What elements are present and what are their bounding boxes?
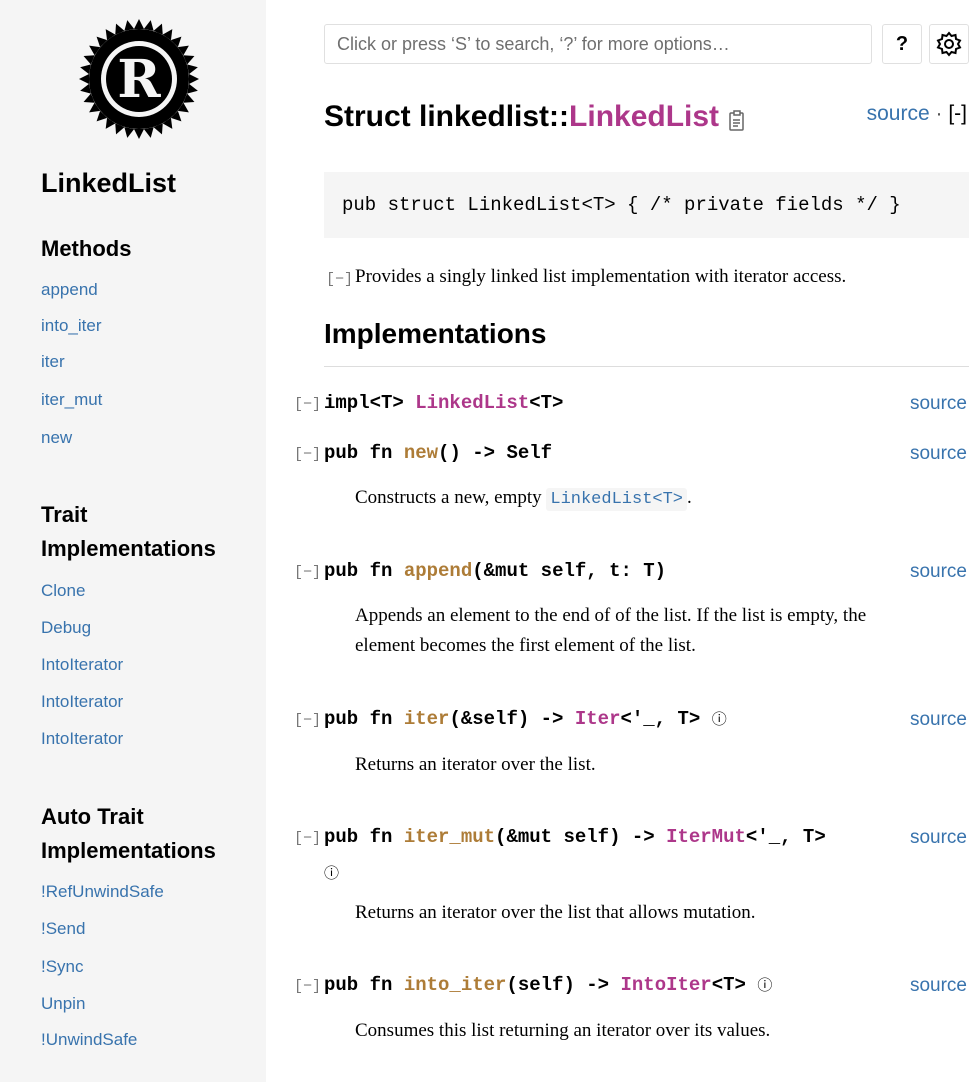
method-iter-mut-doc: Returns an iterator over the list that a… <box>355 902 756 923</box>
auto-heading-line1: Auto Trait <box>41 804 144 829</box>
info-icon[interactable]: ⓘ <box>757 976 772 994</box>
return-type-link[interactable]: IntoIter <box>620 974 711 996</box>
fn-signature: (&mut self) -> <box>495 826 667 848</box>
sidebar-method-iter[interactable]: iter <box>41 352 65 372</box>
struct-declaration: pub struct LinkedList<T> { /* private fi… <box>324 172 969 238</box>
fn-name-new[interactable]: new <box>404 442 438 464</box>
sidebar-trait-intoiterator[interactable]: IntoIterator <box>41 655 123 675</box>
fn-prefix: pub fn <box>324 560 404 582</box>
return-type-suffix: <T> <box>711 974 746 996</box>
info-icon[interactable]: ⓘ <box>324 862 339 883</box>
trait-heading-line2: Implementations <box>41 536 216 561</box>
gear-icon <box>936 31 962 57</box>
fn-prefix: pub fn <box>324 708 404 730</box>
doc-line: element becomes the first element of the… <box>355 635 696 656</box>
sidebar: R LinkedList Methods append into_iter it… <box>0 0 266 1082</box>
title-source-area: source · [-] <box>867 102 967 126</box>
page-title: Struct linkedlist::LinkedList <box>324 100 719 134</box>
return-type-suffix: <'_, T> <box>620 708 701 730</box>
sidebar-trait-intoiterator[interactable]: IntoIterator <box>41 729 123 749</box>
source-separator: · <box>929 102 949 125</box>
title-struct-name[interactable]: LinkedList <box>569 100 719 133</box>
method-toggle[interactable]: [−] <box>294 564 321 581</box>
sidebar-trait-clone[interactable]: Clone <box>41 581 85 601</box>
doc-inline-code: LinkedList<T> <box>546 488 687 511</box>
collapse-all-toggle[interactable]: [-] <box>948 102 967 125</box>
sidebar-method-into-iter[interactable]: into_iter <box>41 316 101 336</box>
impl-suffix: <T> <box>529 392 564 414</box>
sidebar-auto-trait[interactable]: !Send <box>41 919 85 939</box>
method-iter-mut-signature: pub fn iter_mut(&mut self) -> IterMut<'_… <box>324 826 826 848</box>
method-append-doc: Appends an element to the end of of the … <box>355 601 866 661</box>
return-type-suffix: <'_, T> <box>745 826 826 848</box>
method-append-source-link[interactable]: source <box>910 561 967 583</box>
sidebar-auto-trait[interactable]: !Sync <box>41 957 84 977</box>
impl-prefix: impl<T> <box>324 392 416 414</box>
sidebar-auto-trait[interactable]: !UnwindSafe <box>41 1030 137 1050</box>
sidebar-auto-trait[interactable]: !RefUnwindSafe <box>41 882 164 902</box>
copy-path-icon[interactable] <box>728 110 746 132</box>
sidebar-trait-intoiterator[interactable]: IntoIterator <box>41 692 123 712</box>
doc-text: . <box>687 487 692 508</box>
method-new-source-link[interactable]: source <box>910 443 967 465</box>
fn-prefix: pub fn <box>324 974 404 996</box>
help-button[interactable]: ? <box>882 24 922 64</box>
fn-prefix: pub fn <box>324 826 404 848</box>
title-prefix: Struct linkedlist:: <box>324 100 570 133</box>
fn-prefix: pub fn <box>324 442 404 464</box>
sidebar-method-append[interactable]: append <box>41 280 98 300</box>
implementations-divider <box>324 366 969 367</box>
struct-summary: Provides a singly linked list implementa… <box>355 266 847 287</box>
impl-source-link[interactable]: source <box>910 393 967 415</box>
info-icon[interactable]: ⓘ <box>712 710 727 728</box>
return-type-link[interactable]: Iter <box>575 708 621 730</box>
summary-toggle[interactable]: [−] <box>326 271 353 288</box>
sidebar-method-iter-mut[interactable]: iter_mut <box>41 390 102 410</box>
trait-implementations-heading[interactable]: Trait Implementations <box>41 498 216 566</box>
trait-heading-line1: Trait <box>41 502 88 527</box>
auto-trait-implementations-heading[interactable]: Auto Trait Implementations <box>41 800 216 868</box>
svg-text:R: R <box>117 49 161 110</box>
title-source-link[interactable]: source <box>867 102 930 125</box>
method-into-iter-source-link[interactable]: source <box>910 975 967 997</box>
methods-heading[interactable]: Methods <box>41 232 131 266</box>
method-toggle[interactable]: [−] <box>294 446 321 463</box>
doc-line: Appends an element to the end of of the … <box>355 605 867 626</box>
fn-signature: () -> Self <box>438 442 553 464</box>
method-new-signature: pub fn new() -> Self <box>324 442 552 464</box>
fn-name-append[interactable]: append <box>404 560 472 582</box>
sidebar-method-new[interactable]: new <box>41 428 72 448</box>
fn-signature: (&mut self, t: T) <box>472 560 667 582</box>
method-iter-source-link[interactable]: source <box>910 709 967 731</box>
method-iter-signature: pub fn iter(&self) -> Iter<'_, T> ⓘ <box>324 708 727 730</box>
fn-name-iter[interactable]: iter <box>404 708 450 730</box>
method-toggle[interactable]: [−] <box>294 830 321 847</box>
fn-name-into-iter[interactable]: into_iter <box>404 974 507 996</box>
method-into-iter-signature: pub fn into_iter(self) -> IntoIter<T> ⓘ <box>324 974 772 996</box>
implementations-heading[interactable]: Implementations <box>324 318 546 350</box>
impl-toggle[interactable]: [−] <box>294 396 321 413</box>
fn-name-iter-mut[interactable]: iter_mut <box>404 826 495 848</box>
impl-header: impl<T> LinkedList<T> <box>324 392 563 414</box>
method-iter-doc: Returns an iterator over the list. <box>355 754 596 775</box>
fn-signature: (self) -> <box>506 974 621 996</box>
sidebar-auto-trait[interactable]: Unpin <box>41 994 85 1014</box>
method-into-iter-doc: Consumes this list returning an iterator… <box>355 1020 771 1041</box>
fn-signature: (&self) -> <box>449 708 575 730</box>
method-new-doc: Constructs a new, empty LinkedList<T>. <box>355 483 692 515</box>
sidebar-title[interactable]: LinkedList <box>41 168 176 199</box>
impl-type-link[interactable]: LinkedList <box>415 392 529 414</box>
method-iter-mut-source-link[interactable]: source <box>910 827 967 849</box>
search-input[interactable] <box>324 24 872 64</box>
sidebar-trait-debug[interactable]: Debug <box>41 618 91 638</box>
method-toggle[interactable]: [−] <box>294 978 321 995</box>
method-toggle[interactable]: [−] <box>294 712 321 729</box>
doc-text: Constructs a new, empty <box>355 487 547 508</box>
settings-button[interactable] <box>929 24 969 64</box>
method-append-signature: pub fn append(&mut self, t: T) <box>324 560 666 582</box>
return-type-link[interactable]: IterMut <box>666 826 746 848</box>
auto-heading-line2: Implementations <box>41 838 216 863</box>
rust-logo-icon[interactable]: R <box>75 15 203 143</box>
